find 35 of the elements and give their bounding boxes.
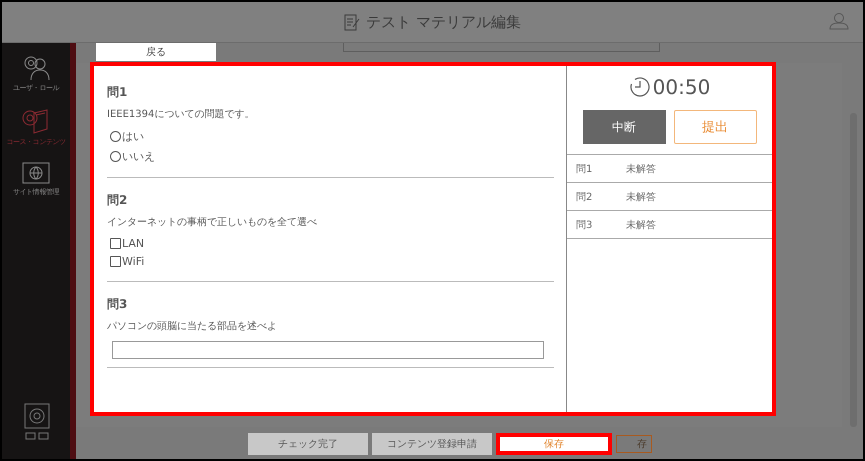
question-text: パソコンの頭脳に当たる部品を述べよ: [107, 320, 278, 333]
answer-status: 未解答: [626, 218, 656, 232]
question-text: インターネットの事柄で正しいものを全て選べ: [107, 216, 318, 229]
settings-icon[interactable]: [24, 403, 50, 441]
option-label: LAN: [122, 237, 144, 250]
question-title: 問3: [107, 296, 128, 313]
question-status-row[interactable]: 問1 未解答: [567, 154, 772, 182]
timer: 00:50: [652, 75, 710, 99]
globe-icon: [20, 161, 51, 185]
footer-button[interactable]: チェック完了: [248, 433, 368, 455]
question-number: 問3: [576, 218, 594, 232]
option-label: WiFi: [122, 255, 144, 268]
footer-button[interactable]: コンテンツ登録申請: [372, 433, 492, 455]
clock-icon: [628, 76, 651, 98]
checkbox[interactable]: [110, 256, 121, 267]
option-label: はい: [122, 129, 144, 144]
question-title: 問1: [107, 84, 128, 101]
page-title: テスト マテリアル編集: [366, 12, 521, 32]
option-label: いいえ: [122, 149, 155, 164]
answer-status: 未解答: [626, 162, 656, 176]
question-status-row[interactable]: 問3 未解答: [567, 210, 772, 239]
radio-button[interactable]: [110, 131, 121, 142]
answer-status: 未解答: [626, 190, 656, 204]
radio-button[interactable]: [110, 151, 121, 162]
question-text: IEEE1394についての問題です。: [107, 108, 256, 121]
answer-field[interactable]: [112, 341, 544, 359]
question-status-row[interactable]: 問2 未解答: [567, 182, 772, 210]
back-tab[interactable]: 戻る: [96, 43, 216, 61]
pause-button[interactable]: 中断: [582, 110, 666, 144]
save-button[interactable]: 保存: [496, 433, 612, 455]
checkbox[interactable]: [110, 238, 121, 249]
question-number: 問2: [576, 190, 594, 204]
question-number: 問1: [576, 162, 594, 176]
question-title: 問2: [107, 192, 128, 209]
edit-document-icon: [344, 13, 360, 31]
